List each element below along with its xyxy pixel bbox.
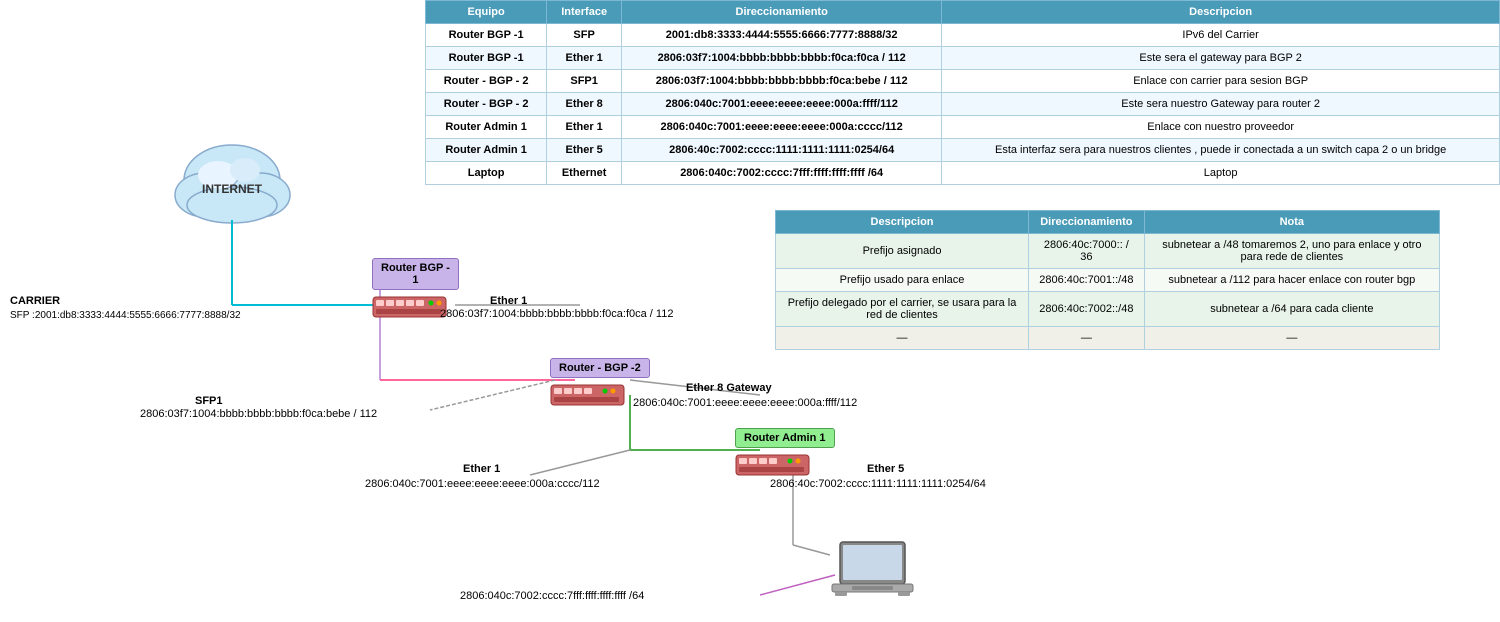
col-dir: Direccionamiento bbox=[622, 1, 942, 24]
sec-cell-desc: — bbox=[776, 327, 1029, 350]
table-row: Router - BGP - 2 SFP1 2806:03f7:1004:bbb… bbox=[426, 70, 1500, 93]
cell-desc: Este sera el gateway para BGP 2 bbox=[942, 47, 1500, 70]
sec-cell-desc: Prefijo asignado bbox=[776, 234, 1029, 269]
cell-desc: Este sera nuestro Gateway para router 2 bbox=[942, 93, 1500, 116]
table-row: Router BGP -1 Ether 1 2806:03f7:1004:bbb… bbox=[426, 47, 1500, 70]
second-table: Descripcion Direccionamiento Nota Prefij… bbox=[775, 210, 1440, 350]
main-table: Equipo Interface Direccionamiento Descri… bbox=[425, 0, 1500, 185]
second-table-row: Prefijo asignado 2806:40c:7000:: / 36 su… bbox=[776, 234, 1440, 269]
sec-cell-dir: 2806:40c:7000:: / 36 bbox=[1029, 234, 1145, 269]
ether8-ip: 2806:040c:7001:eeee:eeee:eeee:000a:ffff/… bbox=[633, 397, 857, 409]
cell-equipo: Router - BGP - 2 bbox=[426, 70, 547, 93]
cell-desc: Esta interfaz sera para nuestros cliente… bbox=[942, 139, 1500, 162]
cell-interface: Ether 1 bbox=[547, 116, 622, 139]
cell-equipo: Router Admin 1 bbox=[426, 116, 547, 139]
cell-interface: Ethernet bbox=[547, 162, 622, 185]
sec-col1: Descripcion bbox=[776, 211, 1029, 234]
sec-cell-desc: Prefijo delegado por el carrier, se usar… bbox=[776, 292, 1029, 327]
second-table-section: Descripcion Direccionamiento Nota Prefij… bbox=[775, 210, 1440, 350]
router-bgp1-label: Router BGP -1 bbox=[372, 258, 459, 290]
cell-interface: Ether 8 bbox=[547, 93, 622, 116]
cell-interface: SFP1 bbox=[547, 70, 622, 93]
router-admin1-label: Router Admin 1 bbox=[735, 428, 835, 448]
cell-equipo: Router BGP -1 bbox=[426, 47, 547, 70]
table-row: Router BGP -1 SFP 2001:db8:3333:4444:555… bbox=[426, 24, 1500, 47]
ether1-ip1: 2806:03f7:1004:bbbb:bbbb:bbbb:f0ca:f0ca … bbox=[440, 308, 673, 320]
cell-dir: 2806:03f7:1004:bbbb:bbbb:bbbb:f0ca:f0ca … bbox=[622, 47, 942, 70]
sfp1-ip: 2806:03f7:1004:bbbb:bbbb:bbbb:f0ca:bebe … bbox=[140, 408, 377, 420]
second-table-row: Prefijo usado para enlace 2806:40c:7001:… bbox=[776, 269, 1440, 292]
sec-cell-desc: Prefijo usado para enlace bbox=[776, 269, 1029, 292]
sec-col3: Nota bbox=[1144, 211, 1439, 234]
ether1-label2: Ether 1 bbox=[463, 463, 500, 475]
ether1-label1: Ether 1 bbox=[490, 295, 527, 307]
cell-interface: Ether 1 bbox=[547, 47, 622, 70]
sec-col2: Direccionamiento bbox=[1029, 211, 1145, 234]
cell-equipo: Router BGP -1 bbox=[426, 24, 547, 47]
router-bgp2-label: Router - BGP -2 bbox=[550, 358, 650, 378]
sfp1-label: SFP1 bbox=[195, 395, 223, 407]
ether8-label: Ether 8 Gateway bbox=[686, 382, 772, 394]
sec-cell-dir: 2806:40c:7001::/48 bbox=[1029, 269, 1145, 292]
cell-desc: Enlace con carrier para sesion BGP bbox=[942, 70, 1500, 93]
col-interface: Interface bbox=[547, 1, 622, 24]
table-row: Router Admin 1 Ether 1 2806:040c:7001:ee… bbox=[426, 116, 1500, 139]
router-bgp1-icon bbox=[372, 293, 447, 321]
cell-dir: 2001:db8:3333:4444:5555:6666:7777:8888/3… bbox=[622, 24, 942, 47]
svg-text:INTERNET: INTERNET bbox=[202, 182, 263, 196]
router-admin1-icon bbox=[735, 451, 810, 479]
cell-desc: IPv6 del Carrier bbox=[942, 24, 1500, 47]
router-admin1-box: Router Admin 1 bbox=[735, 428, 835, 482]
col-equipo: Equipo bbox=[426, 1, 547, 24]
sec-cell-dir: 2806:40c:7002::/48 bbox=[1029, 292, 1145, 327]
cell-interface: Ether 5 bbox=[547, 139, 622, 162]
carrier-label: CARRIER bbox=[10, 295, 60, 307]
cell-dir: 2806:040c:7001:eeee:eeee:eeee:000a:ffff/… bbox=[622, 93, 942, 116]
cell-dir: 2806:03f7:1004:bbbb:bbbb:bbbb:f0ca:bebe … bbox=[622, 70, 942, 93]
sec-cell-nota: subnetear a /48 tomaremos 2, uno para en… bbox=[1144, 234, 1439, 269]
ether5-ip: 2806:40c:7002:cccc:1111:1111:1111:0254/6… bbox=[770, 478, 986, 490]
cell-interface: SFP bbox=[547, 24, 622, 47]
table-row: Laptop Ethernet 2806:040c:7002:cccc:7fff… bbox=[426, 162, 1500, 185]
laptop-icon bbox=[830, 540, 915, 610]
cell-desc: Laptop bbox=[942, 162, 1500, 185]
router-bgp2-icon bbox=[550, 381, 625, 409]
cell-desc: Enlace con nuestro proveedor bbox=[942, 116, 1500, 139]
sec-cell-nota: subnetear a /64 para cada cliente bbox=[1144, 292, 1439, 327]
cell-dir: 2806:040c:7002:cccc:7fff:ffff:ffff:ffff … bbox=[622, 162, 942, 185]
ether5-label: Ether 5 bbox=[867, 463, 904, 475]
laptop-ip: 2806:040c:7002:cccc:7fff:ffff:ffff:ffff … bbox=[460, 590, 644, 602]
second-table-row: Prefijo delegado por el carrier, se usar… bbox=[776, 292, 1440, 327]
cell-equipo: Router - BGP - 2 bbox=[426, 93, 547, 116]
table-row: Router - BGP - 2 Ether 8 2806:040c:7001:… bbox=[426, 93, 1500, 116]
carrier-ip: SFP :2001:db8:3333:4444:5555:6666:7777:8… bbox=[10, 310, 241, 321]
second-table-row: — — — bbox=[776, 327, 1440, 350]
sec-cell-dir: — bbox=[1029, 327, 1145, 350]
internet-cloud: INTERNET bbox=[175, 145, 290, 223]
main-table-section: Equipo Interface Direccionamiento Descri… bbox=[425, 0, 1500, 185]
cell-dir: 2806:040c:7001:eeee:eeee:eeee:000a:cccc/… bbox=[622, 116, 942, 139]
sec-cell-nota: subnetear a /112 para hacer enlace con r… bbox=[1144, 269, 1439, 292]
table-row: Router Admin 1 Ether 5 2806:40c:7002:ccc… bbox=[426, 139, 1500, 162]
cell-equipo: Router Admin 1 bbox=[426, 139, 547, 162]
cell-dir: 2806:40c:7002:cccc:1111:1111:1111:0254/6… bbox=[622, 139, 942, 162]
col-desc: Descripcion bbox=[942, 1, 1500, 24]
cell-equipo: Laptop bbox=[426, 162, 547, 185]
sec-cell-nota: — bbox=[1144, 327, 1439, 350]
ether1-ip2: 2806:040c:7001:eeee:eeee:eeee:000a:cccc/… bbox=[365, 478, 600, 490]
